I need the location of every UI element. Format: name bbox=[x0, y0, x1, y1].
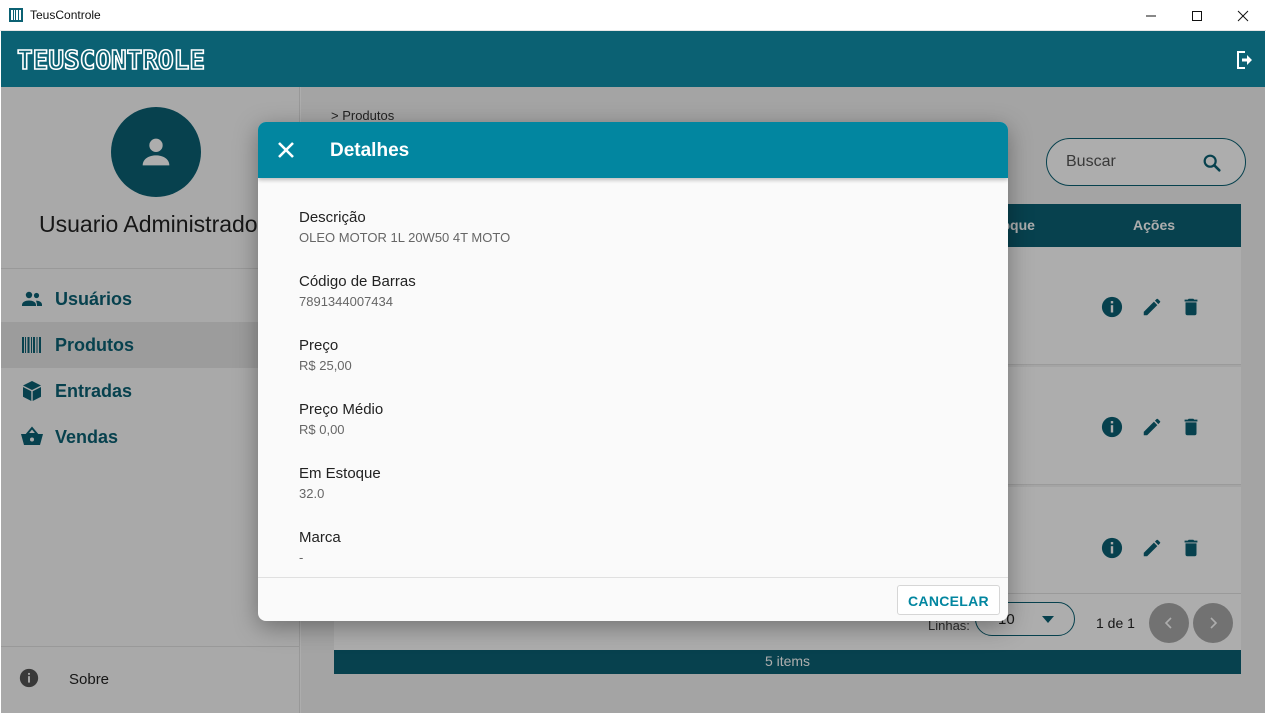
maximize-icon bbox=[1192, 10, 1202, 21]
detail-field-preco: Preço R$ 25,00 bbox=[299, 337, 959, 374]
teuscontrole-logo: TEUSCONTROLE bbox=[17, 45, 206, 73]
field-value: R$ 25,00 bbox=[299, 358, 352, 373]
dialog-title: Detalhes bbox=[330, 140, 410, 161]
close-window-button[interactable] bbox=[1220, 0, 1266, 31]
close-icon bbox=[1237, 10, 1249, 21]
window-title: TeusControle bbox=[30, 8, 101, 22]
detail-field-codigo-barras: Código de Barras 7891344007434 bbox=[299, 273, 959, 310]
field-label: Descrição bbox=[299, 209, 366, 226]
maximize-button[interactable] bbox=[1174, 0, 1220, 31]
window-titlebar: TeusControle bbox=[0, 0, 1266, 31]
field-value: - bbox=[299, 550, 304, 565]
detail-field-em-estoque: Em Estoque 32.0 bbox=[299, 465, 959, 502]
close-dialog-icon[interactable] bbox=[276, 140, 296, 160]
detail-field-marca: Marca - bbox=[299, 529, 959, 566]
logo-text: TEUSCONTROLE bbox=[17, 46, 205, 73]
field-label: Preço Médio bbox=[299, 401, 384, 418]
field-value: OLEO MOTOR 1L 20W50 4T MOTO bbox=[299, 230, 511, 245]
detail-field-preco-medio: Preço Médio R$ 0,00 bbox=[299, 401, 959, 438]
cancel-button-label: CANCELAR bbox=[908, 593, 989, 609]
dialog-divider bbox=[258, 577, 1008, 578]
field-value: 32.0 bbox=[299, 486, 325, 501]
app-icon bbox=[9, 8, 23, 22]
cancel-button[interactable]: CANCELAR bbox=[897, 585, 1000, 615]
logout-icon[interactable] bbox=[1232, 48, 1256, 72]
field-label: Preço bbox=[299, 337, 339, 354]
detail-field-descricao: Descrição OLEO MOTOR 1L 20W50 4T MOTO bbox=[299, 209, 959, 246]
minimize-button[interactable] bbox=[1128, 0, 1174, 31]
dialog-header: Detalhes bbox=[258, 122, 1008, 178]
field-value: 7891344007434 bbox=[299, 294, 393, 309]
field-label: Em Estoque bbox=[299, 465, 381, 482]
field-value: R$ 0,00 bbox=[299, 422, 345, 437]
field-label: Código de Barras bbox=[299, 273, 416, 290]
field-label: Marca bbox=[299, 529, 341, 546]
minimize-icon bbox=[1146, 15, 1156, 16]
details-dialog: Detalhes Descrição OLEO MOTOR 1L 20W50 4… bbox=[258, 122, 1008, 621]
app-header: TEUSCONTROLE bbox=[1, 31, 1265, 87]
